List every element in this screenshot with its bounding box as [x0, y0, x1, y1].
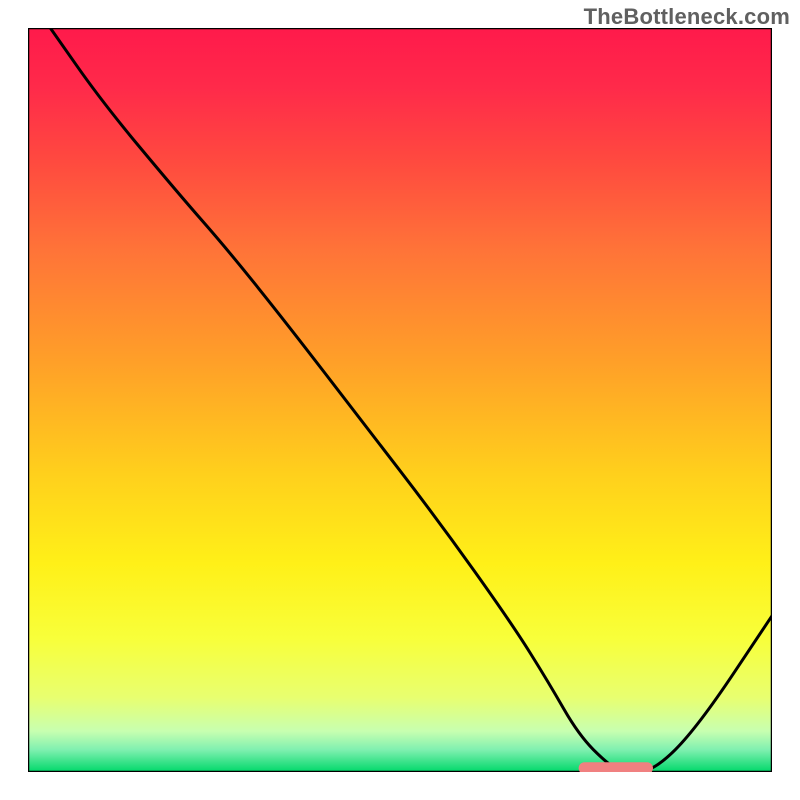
minimum-marker	[579, 762, 653, 772]
gradient-rect	[28, 28, 772, 772]
page-root: TheBottleneck.com	[0, 0, 800, 800]
plot-frame	[28, 28, 772, 772]
plot-svg	[28, 28, 772, 772]
watermark-text: TheBottleneck.com	[584, 4, 790, 30]
